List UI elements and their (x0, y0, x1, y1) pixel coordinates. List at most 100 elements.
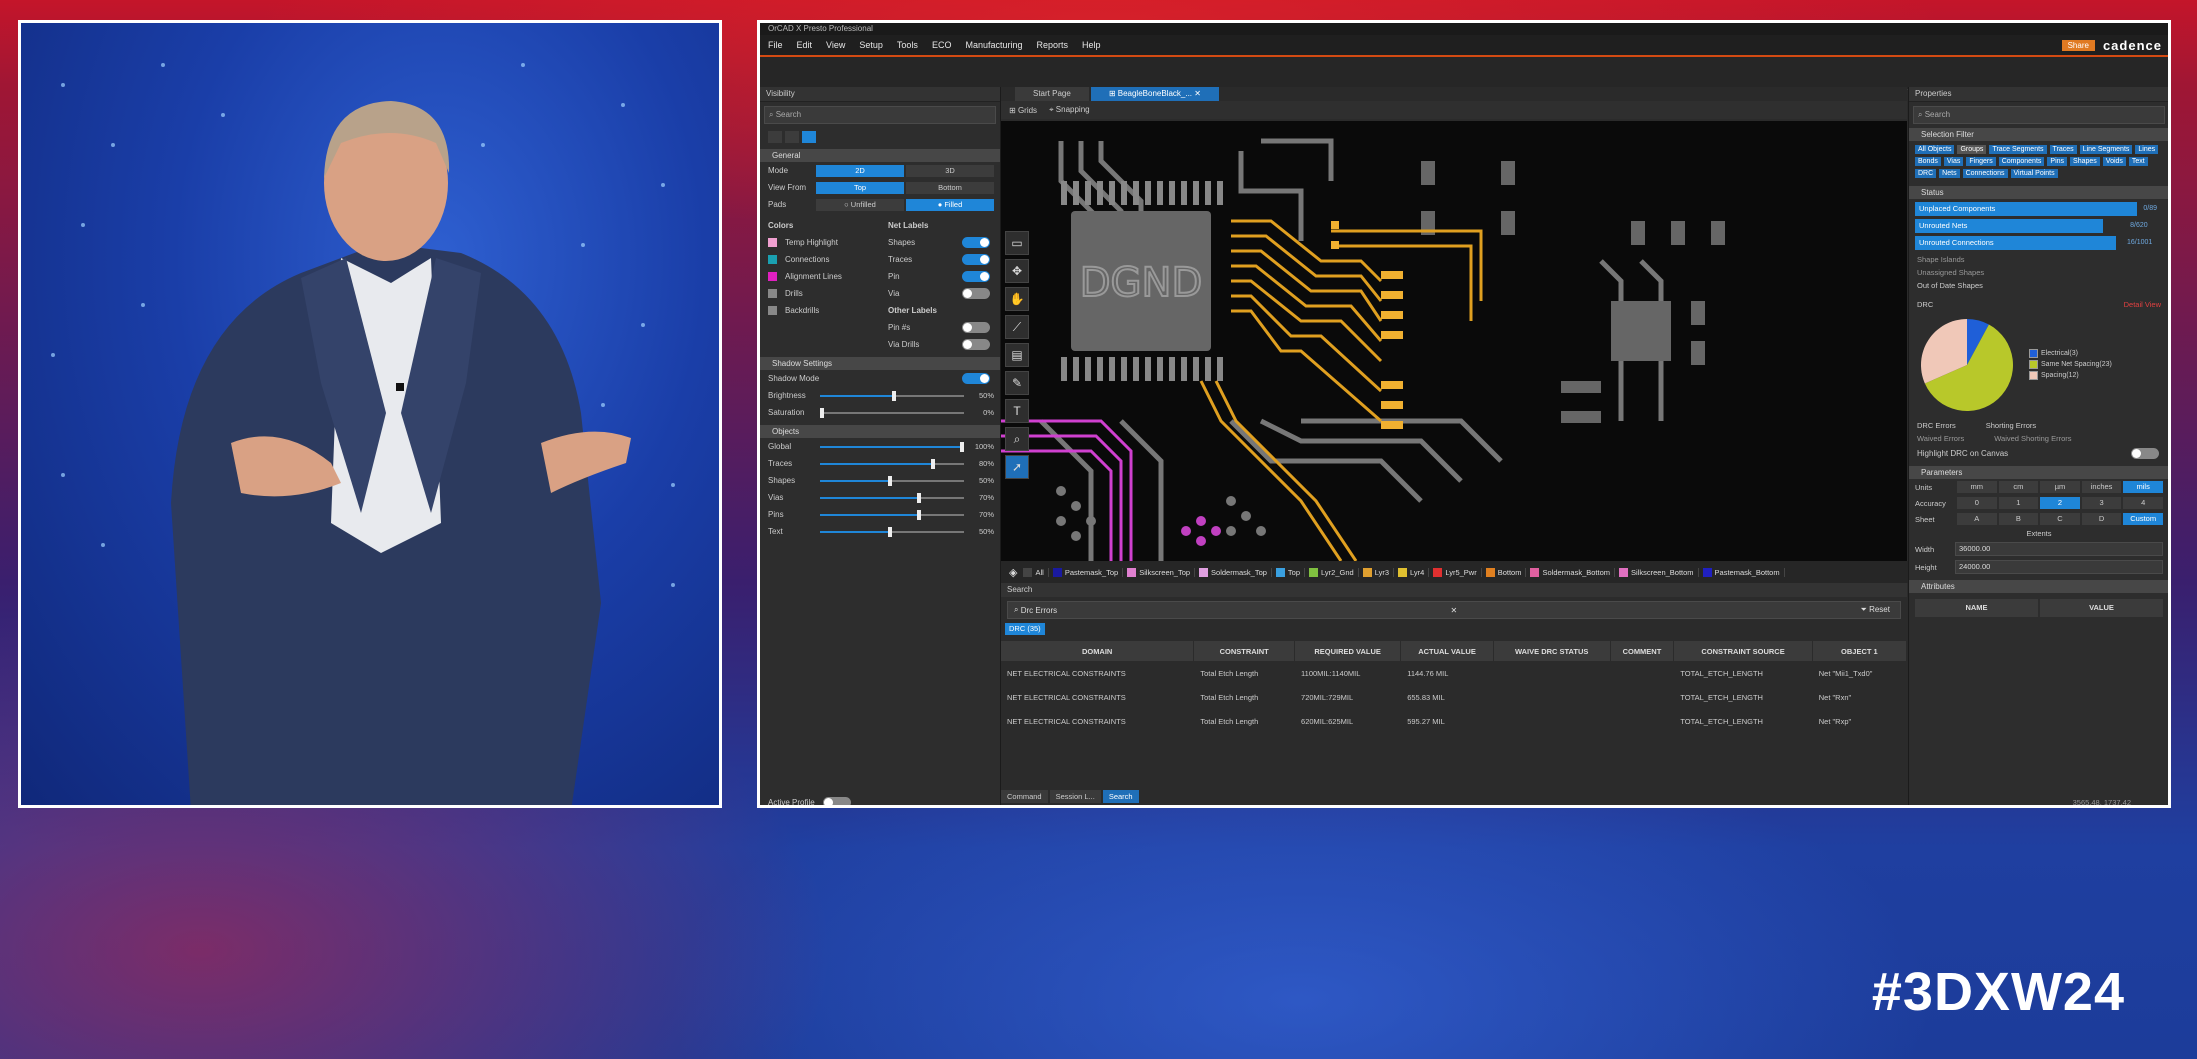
layer-all[interactable]: All (1023, 567, 1049, 577)
color-connections[interactable]: Connections (760, 251, 880, 268)
color-alignment-lines[interactable]: Alignment Lines (760, 268, 880, 285)
backdrills-swatch[interactable] (768, 306, 777, 315)
filter-chip[interactable]: Line Segments (2079, 145, 2133, 154)
saturation-slider[interactable] (820, 407, 964, 418)
units-option[interactable]: cm (1998, 481, 2039, 493)
mode-3d[interactable]: 3D (906, 164, 994, 177)
layer-pastemask_bottom[interactable]: Pastemask_Bottom (1702, 567, 1785, 577)
tab-session-log[interactable]: Session L... (1049, 790, 1101, 803)
object-opacity-slider[interactable] (820, 475, 964, 486)
zoom-icon[interactable]: ⌕ (1005, 427, 1029, 451)
menu-view[interactable]: View (826, 40, 845, 50)
layer-color-swatch[interactable] (1433, 567, 1443, 577)
filter-chip[interactable]: Trace Segments (1989, 145, 2047, 154)
layer-color-swatch[interactable] (1127, 567, 1137, 577)
column-header[interactable]: COMMENT (1610, 641, 1675, 661)
column-header[interactable]: WAIVE DRC STATUS (1493, 641, 1611, 661)
object-opacity-slider[interactable] (820, 509, 964, 520)
filter-chip[interactable]: Voids (2102, 157, 2126, 166)
layer-color-swatch[interactable] (1199, 567, 1209, 577)
temp-highlight-swatch[interactable] (768, 238, 777, 247)
visibility-search-input[interactable]: ⌕ Search (764, 106, 996, 124)
table-row[interactable]: NET ELECTRICAL CONSTRAINTS Total Etch Len… (1001, 685, 1908, 709)
edit-icon[interactable]: ✎ (1005, 371, 1029, 395)
color-temp-highlight[interactable]: Temp Highlight (760, 234, 880, 251)
filter-chip[interactable]: All Objects (1915, 145, 1955, 154)
column-header[interactable]: CONSTRAINT (1193, 641, 1296, 661)
reset-button[interactable]: ⏷ Reset (1850, 605, 1900, 615)
menu-file[interactable]: File (768, 40, 783, 50)
layer-silkscreen_bottom[interactable]: Silkscreen_Bottom (1619, 567, 1699, 577)
accuracy-option[interactable]: 2 (2040, 497, 2080, 509)
accuracy-option[interactable]: 4 (2123, 497, 2163, 509)
layer-top[interactable]: Top (1275, 567, 1306, 577)
alignment-lines-swatch[interactable] (768, 272, 777, 281)
accuracy-option[interactable]: 1 (1998, 497, 2039, 509)
properties-search-input[interactable]: ⌕ Search (1913, 106, 2165, 124)
layer-color-swatch[interactable] (1052, 567, 1062, 577)
snapping-button[interactable]: ⌖ Snapping (1049, 105, 1090, 115)
filter-chip[interactable]: Shapes (2070, 157, 2100, 166)
filter-chip[interactable]: Pins (2047, 157, 2068, 166)
menu-manufacturing[interactable]: Manufacturing (965, 40, 1022, 50)
menu-edit[interactable]: Edit (797, 40, 813, 50)
shape-icon[interactable]: ▤ (1005, 343, 1029, 367)
drc-detail-link[interactable]: Detail View (2124, 300, 2161, 309)
move-icon[interactable]: ✥ (1005, 259, 1029, 283)
layer-color-swatch[interactable] (1702, 567, 1712, 577)
shapes-toggle[interactable] (962, 237, 990, 248)
column-header[interactable]: CONSTRAINT SOURCE (1673, 641, 1813, 661)
filter-chip[interactable]: Text (2128, 157, 2148, 166)
pcb-canvas[interactable]: DGND ▭ ✥ ✋ ⟋ ▤ ✎ T ⌕ ➚ (1001, 121, 1907, 561)
status-section[interactable]: Status (1909, 186, 2168, 199)
drills-swatch[interactable] (768, 289, 777, 298)
tab-command[interactable]: Command (1001, 790, 1048, 803)
via-drills-toggle[interactable] (962, 339, 990, 350)
filter-chip[interactable]: Lines (2135, 145, 2159, 154)
clear-icon[interactable]: ✕ (1450, 606, 1457, 615)
search-query-input[interactable]: ⌕ Drc Errors ✕ ⏷ Reset (1007, 601, 1901, 619)
filter-chip[interactable]: Connections (1962, 169, 2008, 178)
layer-lyr5_pwr[interactable]: Lyr5_Pwr (1433, 567, 1482, 577)
layer-soldermask_bottom[interactable]: Soldermask_Bottom (1530, 567, 1616, 577)
layer-lyr2_gnd[interactable]: Lyr2_Gnd (1309, 567, 1359, 577)
pin-toggle[interactable] (962, 271, 990, 282)
accuracy-option[interactable]: 0 (1957, 497, 1997, 509)
menu-help[interactable]: Help (1082, 40, 1101, 50)
object-opacity-slider[interactable] (820, 458, 964, 469)
layer-color-swatch[interactable] (1530, 567, 1540, 577)
sheets-option[interactable]: C (2040, 513, 2080, 525)
width-input[interactable]: 36000.00 (1955, 542, 2163, 556)
shadow-mode-toggle[interactable] (962, 373, 990, 384)
units-option[interactable]: mm (1957, 481, 1997, 493)
layer-silkscreen_top[interactable]: Silkscreen_Top (1127, 567, 1196, 577)
menu-tools[interactable]: Tools (897, 40, 918, 50)
units-option[interactable]: inches (2081, 481, 2122, 493)
menu-eco[interactable]: ECO (932, 40, 952, 50)
layer-color-swatch[interactable] (1275, 567, 1285, 577)
grids-button[interactable]: ⊞ Grids (1009, 106, 1037, 115)
pan-icon[interactable]: ✋ (1005, 287, 1029, 311)
table-row[interactable]: NET ELECTRICAL CONSTRAINTS Total Etch Len… (1001, 661, 1908, 685)
accuracy-option[interactable]: 3 (2081, 497, 2122, 509)
filter-chip[interactable]: Bonds (1915, 157, 1941, 166)
tab-search[interactable]: Search (1102, 790, 1139, 803)
comment-icon[interactable]: ▭ (1005, 231, 1029, 255)
connections-swatch[interactable] (768, 255, 777, 264)
filter-chip[interactable]: Components (1998, 157, 2045, 166)
layer-stack-icon[interactable]: ◈ (1009, 566, 1017, 579)
layer-color-swatch[interactable] (1485, 567, 1495, 577)
filter-chip[interactable]: Nets (1939, 169, 1960, 178)
layer-pastemask_top[interactable]: Pastemask_Top (1052, 567, 1124, 577)
layer-color-swatch[interactable] (1023, 567, 1033, 577)
route-icon[interactable]: ⟋ (1005, 315, 1029, 339)
routing-view-icon[interactable] (785, 130, 799, 143)
objects-section[interactable]: Objects (760, 425, 1000, 438)
layer-color-swatch[interactable] (1362, 567, 1372, 577)
sheets-option[interactable]: Custom (2123, 513, 2163, 525)
share-button[interactable]: Share (2061, 39, 2095, 51)
traces-toggle[interactable] (962, 254, 990, 265)
filter-chip[interactable]: Traces (2049, 145, 2077, 154)
units-option[interactable]: mils (2123, 481, 2163, 493)
select-icon[interactable]: ➚ (1005, 455, 1029, 479)
